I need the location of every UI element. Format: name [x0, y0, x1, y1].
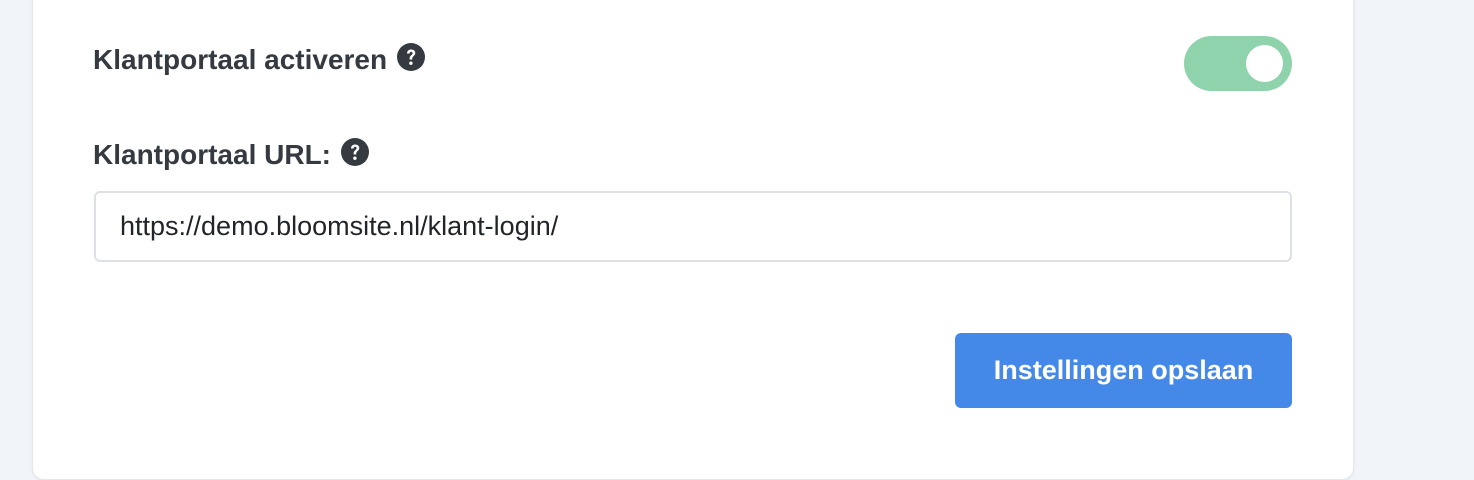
toggle-knob — [1246, 45, 1283, 82]
portal-url-row: Klantportaal URL: — [93, 138, 369, 171]
save-settings-button[interactable]: Instellingen opslaan — [955, 333, 1292, 408]
portal-toggle-switch[interactable] — [1184, 36, 1292, 91]
portal-toggle-row: Klantportaal activeren — [93, 43, 426, 76]
portal-url-input[interactable] — [94, 191, 1292, 262]
portal-url-label: Klantportaal URL: — [93, 139, 331, 170]
question-circle-icon[interactable] — [397, 43, 426, 71]
question-circle-icon[interactable] — [341, 138, 369, 166]
portal-toggle-label: Klantportaal activeren — [93, 44, 388, 75]
